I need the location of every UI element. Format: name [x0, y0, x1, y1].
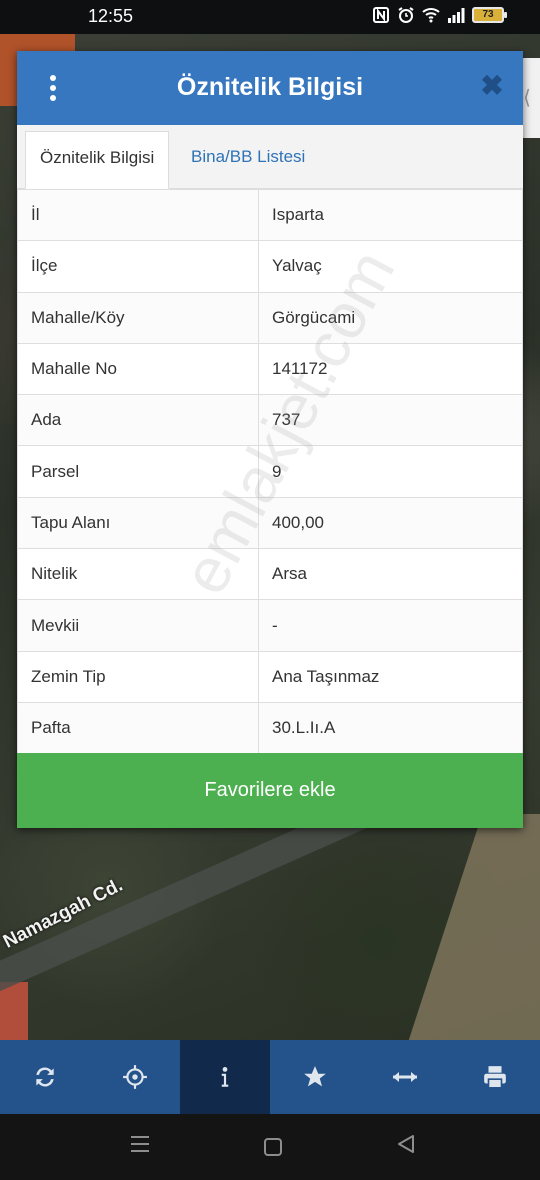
- table-row: İlçe Yalvaç: [17, 240, 523, 293]
- attribute-value: Arsa: [258, 548, 523, 601]
- nfc-icon: [373, 7, 389, 23]
- back-icon[interactable]: [396, 1134, 416, 1154]
- attribute-key: Mahalle No: [17, 342, 259, 396]
- battery-icon: 73: [472, 7, 507, 23]
- attribute-value: 30.L.Iı.A: [258, 701, 523, 755]
- info-button[interactable]: [180, 1040, 270, 1114]
- table-row: Ada 737: [17, 394, 523, 447]
- tab-attribute-info[interactable]: Öznitelik Bilgisi: [25, 131, 170, 189]
- attribute-key: Parsel: [17, 445, 259, 498]
- print-icon: [484, 1066, 506, 1089]
- attribute-dialog: Öznitelik Bilgisi ✖ Öznitelik Bilgisi Bi…: [17, 51, 523, 828]
- attribute-value: Isparta: [258, 188, 523, 242]
- system-nav-bar: [0, 1114, 540, 1180]
- locate-icon: [123, 1065, 147, 1089]
- attribute-key: Nitelik: [17, 548, 259, 601]
- attribute-table: İl Isparta İlçe Yalvaç Mahalle/Köy Görgücami M…: [17, 188, 523, 755]
- signal-icon: [448, 8, 465, 23]
- measure-icon: [393, 1072, 417, 1082]
- attribute-key: İl: [17, 188, 259, 242]
- attribute-key: İlçe: [17, 240, 259, 293]
- attribute-value: -: [258, 599, 523, 652]
- attribute-value: 400,00: [258, 496, 523, 550]
- table-row: İl Isparta: [17, 188, 523, 242]
- home-icon[interactable]: [264, 1138, 282, 1156]
- locate-button[interactable]: [90, 1040, 180, 1114]
- favorites-button[interactable]: [270, 1040, 360, 1114]
- attribute-key: Zemin Tip: [17, 650, 259, 703]
- print-button[interactable]: [450, 1040, 540, 1114]
- attribute-value: 141172: [258, 342, 523, 396]
- dialog-header: Öznitelik Bilgisi ✖: [17, 51, 523, 125]
- attribute-value: Görgücami: [258, 291, 523, 344]
- tab-building-list[interactable]: Bina/BB Listesi: [177, 131, 319, 189]
- table-row: Mahalle/Köy Görgücami: [17, 291, 523, 344]
- table-row: Mevkii -: [17, 599, 523, 652]
- wifi-icon: [422, 8, 440, 23]
- table-row: Zemin Tip Ana Taşınmaz: [17, 650, 523, 703]
- info-icon: [221, 1067, 229, 1087]
- table-row: Tapu Alanı 400,00: [17, 496, 523, 550]
- attribute-value: 9: [258, 445, 523, 498]
- measure-button[interactable]: [360, 1040, 450, 1114]
- table-row: Mahalle No 141172: [17, 342, 523, 396]
- attribute-key: Mevkii: [17, 599, 259, 652]
- attribute-key: Pafta: [17, 701, 259, 755]
- status-icons: 73: [372, 6, 507, 24]
- table-row: Pafta 30.L.Iı.A: [17, 701, 523, 755]
- attribute-value: Yalvaç: [258, 240, 523, 293]
- refresh-icon: [36, 1067, 54, 1087]
- map-road: [397, 814, 540, 1040]
- attribute-key: Tapu Alanı: [17, 496, 259, 550]
- status-bar: 12:55 73: [0, 0, 540, 34]
- table-row: Nitelik Arsa: [17, 548, 523, 601]
- chevron-left-icon: ⟨: [523, 87, 531, 109]
- status-time: 12:55: [88, 6, 134, 26]
- refresh-button[interactable]: [0, 1040, 90, 1114]
- close-icon[interactable]: ✖: [479, 72, 505, 100]
- alarm-icon: [398, 7, 414, 23]
- tab-bar: Öznitelik Bilgisi Bina/BB Listesi: [17, 125, 523, 189]
- attribute-key: Mahalle/Köy: [17, 291, 259, 344]
- bottom-toolbar: [0, 1040, 540, 1114]
- map-building: [0, 982, 28, 1040]
- add-favorites-button[interactable]: Favorilere ekle: [17, 753, 523, 828]
- star-icon: [304, 1066, 326, 1087]
- attribute-value: 737: [258, 394, 523, 447]
- attribute-key: Ada: [17, 394, 259, 447]
- table-row: Parsel 9: [17, 445, 523, 498]
- recents-icon[interactable]: [130, 1134, 150, 1154]
- dialog-title: Öznitelik Bilgisi: [176, 73, 364, 101]
- attribute-value: Ana Taşınmaz: [258, 650, 523, 703]
